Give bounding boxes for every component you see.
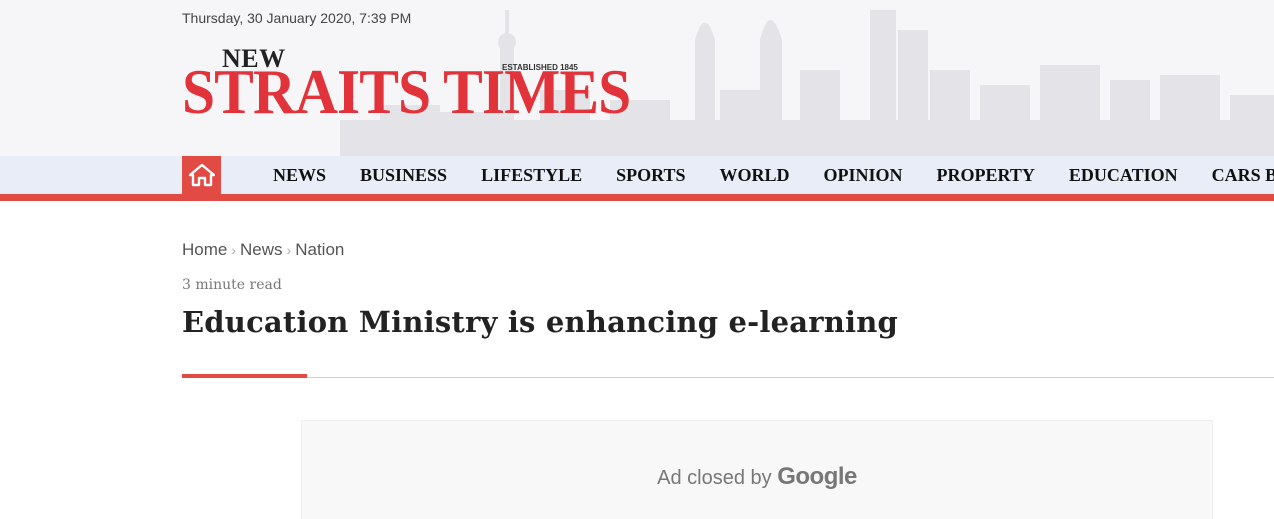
breadcrumb-news[interactable]: News (240, 240, 283, 259)
google-logo: Google (777, 463, 857, 490)
nav-item-news[interactable]: NEWS (256, 165, 343, 186)
nav-item-sports[interactable]: SPORTS (599, 165, 702, 186)
logo-established-text: ESTABLISHED 1845 (502, 63, 578, 72)
breadcrumb-separator: › (231, 242, 237, 258)
ad-closed-text: Ad closed by (657, 467, 772, 489)
current-date: Thursday, 30 January 2020, 7:39 PM (182, 10, 412, 26)
nav-item-cars[interactable]: CARS B (1195, 165, 1274, 186)
navbar-accent-line (0, 194, 1274, 201)
title-accent-bar (182, 374, 307, 378)
breadcrumb-home[interactable]: Home (182, 240, 227, 259)
breadcrumb-separator: › (286, 242, 292, 258)
breadcrumb-nation[interactable]: Nation (295, 240, 344, 259)
title-divider (182, 377, 1274, 378)
home-button[interactable] (182, 156, 221, 194)
breadcrumb: Home › News › Nation (182, 240, 344, 260)
nav-item-business[interactable]: BUSINESS (343, 165, 464, 186)
article-title: Education Ministry is enhancing e-learni… (182, 305, 898, 339)
site-logo[interactable]: NEW STRAITS TIMES ESTABLISHED 1845 (182, 44, 642, 126)
nav-item-opinion[interactable]: OPINION (807, 165, 920, 186)
ad-closed-message: Ad closed by Google (302, 463, 1212, 491)
masthead: Thursday, 30 January 2020, 7:39 PM NEW S… (0, 0, 1274, 156)
read-time: 3 minute read (182, 277, 282, 293)
ad-slot: Ad closed by Google (301, 420, 1213, 519)
nav-item-property[interactable]: PROPERTY (920, 165, 1052, 186)
nav-item-world[interactable]: WORLD (703, 165, 807, 186)
nav-menu: NEWS BUSINESS LIFESTYLE SPORTS WORLD OPI… (256, 156, 1274, 194)
nav-item-lifestyle[interactable]: LIFESTYLE (464, 165, 599, 186)
nav-item-education[interactable]: EDUCATION (1052, 165, 1195, 186)
home-icon (188, 163, 215, 187)
